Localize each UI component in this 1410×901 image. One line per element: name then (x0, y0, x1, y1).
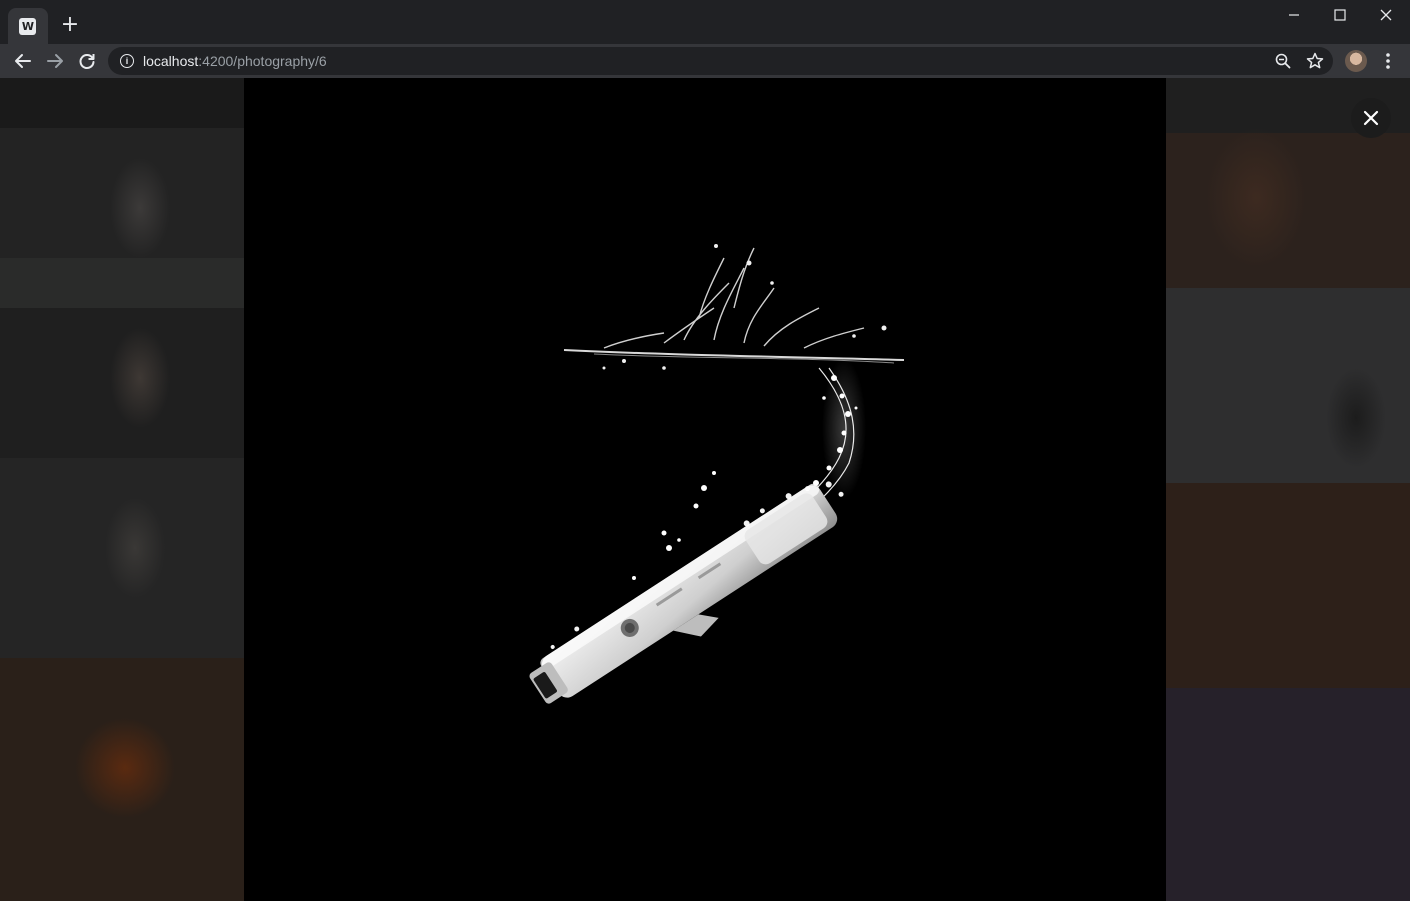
blurred-gallery-left (0, 78, 244, 901)
blurred-gallery-right (1166, 78, 1410, 901)
browser-tab[interactable]: W (8, 8, 48, 44)
minimize-button[interactable] (1271, 0, 1317, 30)
zoom-out-icon[interactable] (1273, 51, 1293, 71)
browser-toolbar: i localhost:4200/photography/6 (0, 44, 1410, 78)
close-window-button[interactable] (1363, 0, 1409, 30)
info-icon[interactable]: i (120, 54, 134, 68)
close-lightbox-button[interactable] (1351, 98, 1391, 138)
lightbox-photo (244, 78, 1166, 901)
star-icon[interactable] (1305, 51, 1325, 71)
kebab-menu-icon[interactable] (1378, 50, 1398, 72)
address-bar[interactable]: i localhost:4200/photography/6 (108, 47, 1333, 75)
reload-button[interactable] (75, 49, 99, 73)
arrow-right-icon (47, 54, 63, 68)
site-favicon: W (19, 18, 36, 35)
reload-icon (79, 54, 95, 69)
back-button[interactable] (11, 49, 35, 73)
new-tab-button[interactable]: + (58, 14, 82, 38)
url-text[interactable]: localhost:4200/photography/6 (143, 53, 327, 69)
controller-splash-image (529, 244, 905, 704)
close-icon (1363, 110, 1379, 126)
arrow-left-icon (15, 54, 31, 68)
url-host: localhost (143, 53, 199, 69)
browser-titlebar: W + (0, 0, 1410, 44)
profile-avatar[interactable] (1345, 50, 1367, 72)
forward-button[interactable] (43, 49, 67, 73)
maximize-button[interactable] (1317, 0, 1363, 30)
page-content (0, 78, 1410, 901)
url-path: :4200/photography/6 (198, 53, 327, 69)
